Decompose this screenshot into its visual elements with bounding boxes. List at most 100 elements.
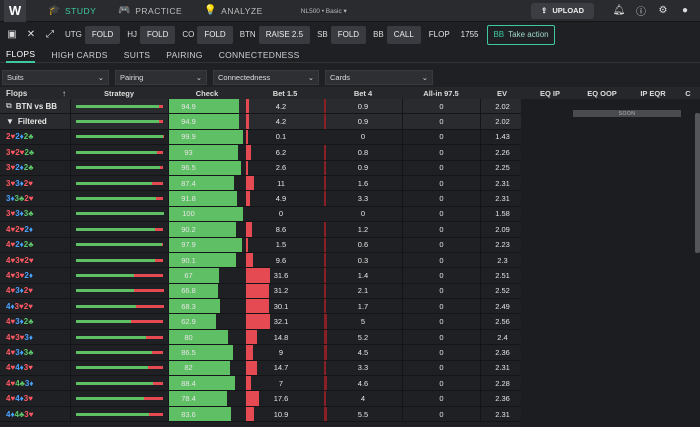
nav-tab-analyze[interactable]: 💡 ANALYZE [204, 5, 263, 16]
chevron-down-icon: ⌄ [307, 72, 314, 82]
card-h: 2♥ [24, 255, 34, 265]
strategy-check-segment [75, 304, 136, 308]
scrollbar[interactable] [695, 113, 700, 253]
bet4-fill [324, 114, 326, 129]
card-h: 4♥ [6, 224, 16, 234]
bell-icon[interactable]: 🔔︎ [608, 5, 630, 16]
bet15-fill [246, 237, 248, 252]
card-c: 2♣ [23, 163, 34, 173]
check-fill [169, 160, 241, 175]
flop-cell: 4♥ 3♦ 2♣ [0, 314, 70, 328]
user-icon[interactable]: ● [674, 5, 696, 16]
check-cell: 68.3 [168, 299, 246, 314]
col-bet-4[interactable]: Bet 4 [324, 87, 402, 99]
strategy-bet-segment [160, 166, 164, 170]
gear-icon[interactable]: ⚙ [652, 5, 674, 16]
check-cell: 67 [168, 268, 246, 283]
tab-pairing[interactable]: PAIRING [166, 47, 202, 63]
action-btn[interactable]: RAISE 2.5 [258, 25, 311, 44]
bet4-cell: 1.4 [324, 268, 402, 283]
bet4-fill [324, 406, 328, 422]
ev-cell: 1.58 [480, 206, 524, 222]
bet15-cell: 30.1 [246, 299, 324, 314]
game-type-dropdown[interactable]: NL500 • Basic ▾ [301, 7, 347, 15]
col-strategy[interactable]: Strategy [70, 87, 168, 99]
check-fill [169, 391, 228, 406]
flop-cell: 4♥ 4♦ 3♥ [0, 391, 70, 405]
ev-cell: 2.31 [480, 360, 524, 376]
col-allin[interactable]: All-in 97.5 [402, 87, 480, 99]
suits-select[interactable]: Suits ⌄ [2, 69, 109, 85]
strategy-cell [70, 129, 168, 145]
tab-flops[interactable]: FLOPS [6, 47, 36, 63]
card-h: 2♥ [23, 286, 33, 296]
connectedness-select[interactable]: Connectedness ⌄ [213, 69, 319, 85]
check-fill [169, 329, 229, 345]
flop-cell: ⧉ BTN vs BB [6, 101, 58, 111]
action-utg[interactable]: FOLD [84, 25, 121, 44]
bet15-fill [246, 268, 270, 283]
pairing-select[interactable]: Pairing ⌄ [115, 69, 207, 85]
card-d: 3♦ [15, 347, 24, 357]
col-eq-oop[interactable]: EQ OOP [576, 87, 628, 99]
card-h: 3♥ [15, 332, 25, 342]
bet15-cell: 9.6 [246, 252, 324, 268]
col-eq-ip[interactable]: EQ IP [528, 87, 576, 99]
bet15-fill [246, 99, 250, 114]
bet4-fill [324, 329, 328, 345]
col-c[interactable]: C [678, 87, 698, 99]
chevron-down-icon: ⌄ [195, 72, 202, 82]
strategy-check-segment [75, 335, 146, 339]
col-ev[interactable]: EV [480, 87, 524, 99]
allin-cell: 0 [402, 114, 480, 129]
bet15-fill [246, 283, 270, 299]
card-d: 4♦ [15, 363, 24, 373]
bet15-cell: 31.6 [246, 268, 324, 283]
allin-cell: 0 [402, 406, 480, 422]
ev-cell: 2.25 [480, 160, 524, 175]
upload-button[interactable]: ⇪ UPLOAD [531, 2, 594, 19]
col-check[interactable]: Check [168, 87, 246, 99]
card-d: 3♦ [15, 286, 24, 296]
nav-tab-study[interactable]: 🎓 STUDY [48, 5, 96, 16]
card-h: 2♥ [15, 147, 25, 157]
action-co[interactable]: FOLD [197, 25, 233, 44]
action-sb[interactable]: FOLD [330, 25, 367, 44]
card-h: 3♥ [23, 363, 33, 373]
card-h: 2♥ [6, 132, 16, 142]
app-logo[interactable]: W [4, 0, 26, 22]
action-bb[interactable]: CALL [386, 25, 421, 44]
ev-cell: 2.36 [480, 345, 524, 360]
cards-select[interactable]: Cards ⌄ [325, 69, 433, 85]
sort-arrow-icon[interactable]: ↑ [62, 89, 66, 98]
allin-cell: 0 [402, 175, 480, 191]
bet4-fill [324, 314, 327, 329]
action-hj[interactable]: FOLD [140, 25, 176, 44]
strategy-bet-segment [153, 381, 164, 385]
ev-cell: 2.56 [480, 314, 524, 329]
check-fill [169, 360, 230, 376]
nav-tab-practice[interactable]: 🎮 PRACTICE [118, 5, 182, 16]
bet15-fill [246, 252, 254, 268]
tab-suits[interactable]: SUITS [124, 47, 151, 63]
col-bet-1-5[interactable]: Bet 1.5 [246, 87, 324, 99]
check-cell: 80 [168, 329, 246, 345]
check-cell: 86.5 [168, 345, 246, 360]
flop-cell: 2♥ 2♦ 2♣ [0, 130, 70, 144]
take-action-button[interactable]: BB Take action [487, 24, 555, 45]
card-d: 3♦ [6, 194, 15, 204]
help-icon[interactable]: ⓘ [630, 3, 652, 18]
tab-connectedness[interactable]: CONNECTEDNESS [219, 47, 300, 63]
col-flops[interactable]: Flops ↑ [0, 87, 70, 99]
strategy-check-segment [75, 197, 157, 201]
strategy-bar [75, 366, 164, 370]
check-cell: 90.2 [168, 222, 246, 237]
strategy-bet-segment [151, 350, 164, 354]
filter-icon: ▼ [6, 117, 14, 127]
close-icon[interactable]: ✕ [23, 29, 39, 40]
strategy-bet-segment [159, 104, 164, 108]
table-icon[interactable]: ▣ [4, 29, 20, 40]
expand-icon[interactable]: ⤢ [42, 29, 58, 40]
tab-high-cards[interactable]: HIGH CARDS [51, 47, 107, 63]
col-ip-eqr[interactable]: IP EQR [628, 87, 678, 99]
